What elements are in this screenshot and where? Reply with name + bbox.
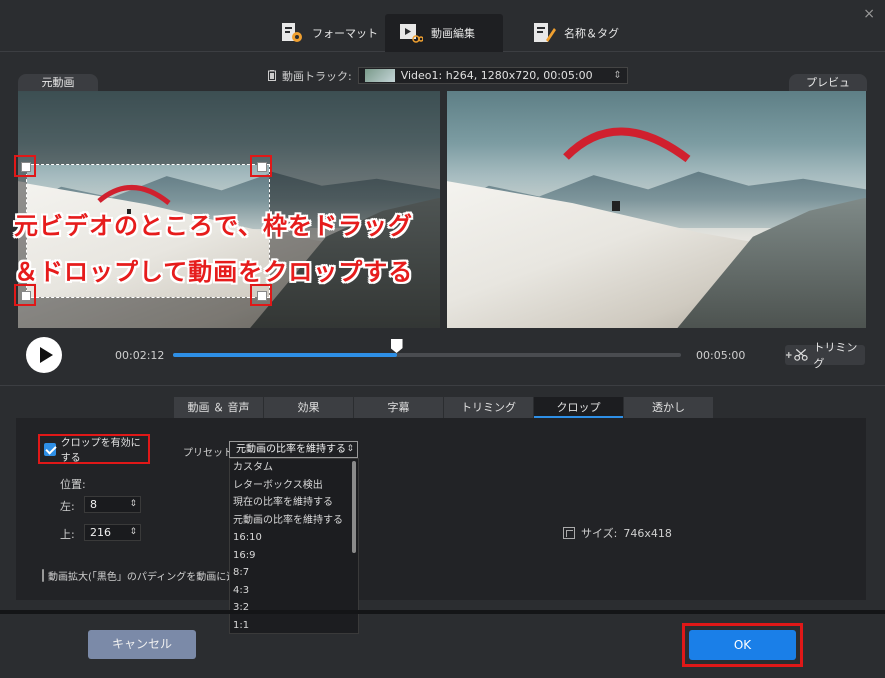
padding-label: 動画拡大(「黒色」のパディングを動画に追 [48,572,229,583]
footer-divider [0,610,885,614]
instruction-callout-line2: ＆ドロップして動画をクロップする [14,258,414,286]
updown-arrow-icon: ⇕ [613,70,622,81]
preset-dropdown[interactable]: 元動画の比率を維持する ⇕ [229,441,358,458]
timeline-slider[interactable] [173,339,681,357]
paraglider-image [563,127,691,211]
preset-option-4-3[interactable]: 4:3 [230,582,358,600]
instruction-callout-line1: 元ビデオのところで、枠をドラッグ [14,212,414,240]
size-display: サイズ: 746x418 [563,525,672,541]
subtab-effects[interactable]: 効果 [264,397,353,418]
ok-button-highlight: OK [682,623,803,667]
preset-option-16-9[interactable]: 16:9 [230,547,358,565]
crop-handle-top-right[interactable] [250,155,272,177]
format-settings-icon [282,23,302,42]
top-offset-value: 216 [90,526,111,539]
updown-arrow-icon[interactable]: ⇕ [129,497,137,512]
subtab-video-audio[interactable]: 動画 ＆ 音声 [174,397,263,418]
video-track-select[interactable]: Video1: h264, 1280x720, 00:05:00 ⇕ [357,67,628,84]
top-label: 上: [60,528,75,541]
trim-button-label: トリミング [813,341,858,370]
padding-option[interactable]: 動画拡大(「黒色」のパディングを動画に追 [42,568,229,583]
size-value: 746x418 [623,526,672,540]
timeline-progress [173,353,397,357]
preset-option-16-10[interactable]: 16:10 [230,529,358,547]
updown-arrow-icon: ⇕ [346,444,354,454]
divider [0,385,885,386]
preset-option-8-7[interactable]: 8:7 [230,564,358,582]
preset-option-letterbox[interactable]: レターボックス検出 [230,477,358,495]
subtab-trim[interactable]: トリミング [444,397,533,418]
timeline-thumb[interactable] [390,339,403,353]
resize-icon [563,527,575,539]
duration-time: 00:05:00 [696,349,746,362]
tab-label: 動画編集 [431,27,475,40]
left-offset-value: 8 [90,498,97,511]
play-button[interactable] [26,337,62,373]
preset-option-original-ratio[interactable]: 元動画の比率を維持する [230,512,358,530]
original-video-label: 元動画 [18,74,98,91]
checkbox-unchecked[interactable] [42,569,44,582]
subtab-crop[interactable]: クロップ [534,397,623,418]
tab-label: フォーマット [312,27,378,40]
crop-handle-top-left[interactable] [14,155,36,177]
size-label: サイズ: [581,527,618,540]
battery-icon [268,70,276,81]
tab-format[interactable]: フォーマット [266,14,392,52]
preview-label: プレビュー [789,74,867,106]
updown-arrow-icon[interactable]: ⇕ [129,525,137,540]
video-track-row: 動画トラック: Video1: h264, 1280x720, 00:05:00… [268,67,628,84]
video-track-label: 動画トラック: [282,69,352,83]
position-title: 位置: [60,478,86,491]
enable-crop-label: クロップを有効にする [60,438,141,464]
preset-option-current-ratio[interactable]: 現在の比率を維持する [230,494,358,512]
name-tag-icon [534,23,556,42]
crop-handle-bottom-right[interactable] [250,284,272,306]
video-track-value: Video1: h264, 1280x720, 00:05:00 [400,69,593,82]
close-icon[interactable]: × [863,6,875,22]
top-offset-input[interactable]: 216 ⇕ [84,524,141,541]
scissors-icon [785,348,808,361]
cancel-button[interactable]: キャンセル [88,630,196,659]
preset-option-1-1[interactable]: 1:1 [230,617,358,634]
crop-handle-bottom-left[interactable] [14,284,36,306]
preset-options-list[interactable]: カスタム レターボックス検出 現在の比率を維持する 元動画の比率を維持する 16… [229,458,359,634]
top-tab-bar: フォーマット 動画編集 名称＆タグ × [0,0,885,52]
tab-label: 名称＆タグ [564,27,619,40]
video-edit-icon [400,24,423,43]
preset-value: 元動画の比率を維持する [236,444,346,455]
tab-name-tag[interactable]: 名称＆タグ [518,14,633,52]
tab-video-edit[interactable]: 動画編集 [385,14,503,52]
checkbox-checked[interactable] [44,442,56,456]
preset-scrollbar[interactable] [352,461,356,553]
current-time: 00:02:12 [115,349,165,362]
preview-video-canvas [447,91,866,328]
left-label: 左: [60,500,75,513]
track-thumbnail [364,69,395,82]
enable-crop-checkbox[interactable]: クロップを有効にする [38,434,150,464]
trim-button[interactable]: トリミング [785,341,865,370]
subtab-subtitles[interactable]: 字幕 [354,397,443,418]
edit-sub-tabs: 動画 ＆ 音声 効果 字幕 トリミング クロップ 透かし [174,397,714,418]
ok-button[interactable]: OK [689,630,796,660]
left-offset-input[interactable]: 8 ⇕ [84,496,141,513]
subtab-watermark[interactable]: 透かし [624,397,713,418]
preset-option-custom[interactable]: カスタム [230,459,358,477]
